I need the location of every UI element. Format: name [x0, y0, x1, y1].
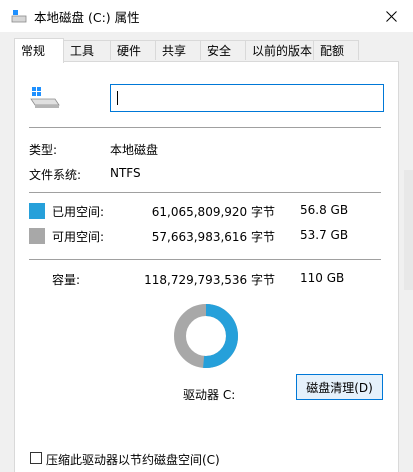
used-space-bytes: 61,065,809,920 字节 [151, 205, 275, 219]
volume-name-input[interactable] [110, 84, 384, 112]
disk-cleanup-button[interactable]: 磁盘清理(D) [296, 374, 383, 400]
separator [29, 192, 381, 193]
tab-quota[interactable]: 配额 [313, 40, 359, 60]
compress-checkbox[interactable] [30, 452, 42, 464]
drive-icon [11, 10, 27, 23]
free-space-swatch [29, 228, 45, 244]
separator [29, 127, 381, 128]
tab-security[interactable]: 安全 [200, 40, 246, 60]
close-button[interactable] [370, 0, 413, 32]
compress-label: 压缩此驱动器以节约磁盘空间(C) [46, 453, 220, 467]
free-space-size: 53.7 GB [300, 228, 349, 242]
drive-label: 驱动器 C: [183, 388, 236, 402]
separator [29, 259, 381, 260]
tab-general[interactable]: 常规 [14, 38, 64, 63]
drive-icon [30, 87, 60, 108]
type-value: 本地磁盘 [110, 143, 159, 157]
type-label: 类型: [29, 143, 58, 157]
text-caret [117, 91, 118, 105]
usage-donut-chart [174, 304, 238, 368]
used-space-swatch [29, 203, 45, 219]
title-bar: 本地磁盘 (C:) 属性 [0, 0, 413, 32]
tab-hardware[interactable]: 硬件 [110, 40, 156, 60]
filesystem-label: 文件系统: [29, 168, 82, 182]
close-icon [386, 10, 397, 22]
window-title: 本地磁盘 (C:) 属性 [34, 10, 140, 25]
capacity-size: 110 GB [300, 271, 345, 285]
free-space-label: 可用空间: [52, 230, 105, 244]
used-space-size: 56.8 GB [300, 203, 349, 217]
general-panel [14, 61, 399, 472]
capacity-bytes: 118,729,793,536 字节 [144, 273, 275, 287]
tab-tools[interactable]: 工具 [63, 40, 111, 60]
capacity-label: 容量: [52, 273, 81, 287]
tab-previous-versions[interactable]: 以前的版本 [245, 40, 314, 60]
used-space-label: 已用空间: [52, 205, 105, 219]
background-window [404, 170, 413, 290]
tab-sharing[interactable]: 共享 [155, 40, 201, 60]
free-space-bytes: 57,663,983,616 字节 [151, 230, 275, 244]
filesystem-value: NTFS [110, 166, 141, 180]
